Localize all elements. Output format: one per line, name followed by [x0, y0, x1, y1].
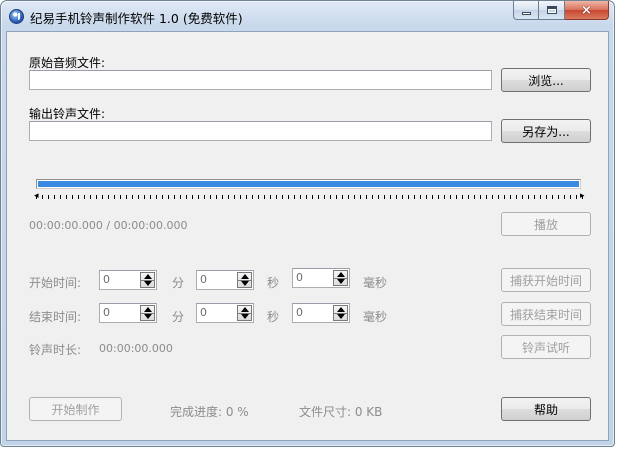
source-file-label: 原始音频文件:: [29, 56, 106, 70]
minimize-icon: [521, 11, 531, 15]
track-tick-end: ▸: [580, 191, 585, 201]
end-minutes-value: 0: [103, 306, 110, 319]
end-minutes-unit: 分: [172, 310, 185, 324]
client-area: 原始音频文件: 浏览... 输出铃声文件: 另存为... ◂ ▸ 00:00:0…: [6, 31, 609, 441]
start-millis-value: 0: [296, 271, 303, 284]
start-minutes-value: 0: [103, 273, 110, 286]
start-minutes-spin-icon[interactable]: [140, 272, 155, 288]
end-minutes-spin-icon[interactable]: [140, 305, 155, 321]
duration-label: 铃声时长:: [29, 343, 82, 357]
play-button[interactable]: 播放: [501, 212, 591, 236]
end-minutes-stepper[interactable]: 0: [99, 303, 157, 323]
duration-value: 00:00:00.000: [99, 342, 173, 355]
end-seconds-value: 0: [200, 306, 207, 319]
end-seconds-unit: 秒: [267, 310, 280, 324]
start-seconds-unit: 秒: [267, 276, 280, 290]
output-file-label: 输出铃声文件:: [29, 107, 106, 121]
start-millis-spin-icon[interactable]: [333, 270, 348, 286]
maximize-button[interactable]: [539, 1, 565, 20]
start-millis-unit: 毫秒: [363, 276, 388, 290]
track-ticks: [36, 195, 584, 199]
capture-start-button[interactable]: 捕获开始时间: [501, 268, 591, 292]
end-millis-unit: 毫秒: [363, 310, 388, 324]
preview-ringtone-button[interactable]: 铃声试听: [501, 335, 591, 359]
end-millis-value: 0: [296, 306, 303, 319]
close-button[interactable]: ×: [565, 1, 609, 20]
start-seconds-value: 0: [200, 273, 207, 286]
end-seconds-spin-icon[interactable]: [237, 305, 252, 321]
end-millis-stepper[interactable]: 0: [292, 303, 350, 323]
playback-track[interactable]: [36, 179, 581, 189]
start-seconds-spin-icon[interactable]: [237, 272, 252, 288]
title-bar[interactable]: 纪易手机铃声制作软件 1.0 (免费软件) ×: [1, 1, 614, 31]
start-minutes-stepper[interactable]: 0: [99, 270, 157, 290]
save-as-button[interactable]: 另存为...: [501, 119, 591, 143]
file-size-text: 文件尺寸: 0 KB: [299, 405, 383, 419]
end-time-label: 结束时间:: [29, 310, 82, 324]
browse-button[interactable]: 浏览...: [501, 68, 591, 92]
output-file-input[interactable]: [29, 121, 492, 141]
help-button[interactable]: 帮助: [501, 397, 591, 421]
app-window: 纪易手机铃声制作软件 1.0 (免费软件) × 原始音频文件: 浏览... 输出…: [0, 0, 615, 447]
end-seconds-stepper[interactable]: 0: [196, 303, 254, 323]
start-seconds-stepper[interactable]: 0: [196, 270, 254, 290]
playback-progress-fill: [38, 181, 579, 187]
start-millis-stepper[interactable]: 0: [292, 268, 350, 288]
capture-end-button[interactable]: 捕获结束时间: [501, 302, 591, 326]
caption-buttons: ×: [513, 1, 609, 21]
close-icon: ×: [581, 2, 592, 18]
minimize-button[interactable]: [513, 1, 539, 20]
start-making-button[interactable]: 开始制作: [29, 397, 122, 421]
maximize-icon: [546, 6, 557, 14]
end-millis-spin-icon[interactable]: [333, 305, 348, 321]
window-title: 纪易手机铃声制作软件 1.0 (免费软件): [30, 11, 243, 26]
completion-progress-text: 完成进度: 0 %: [170, 405, 249, 419]
start-minutes-unit: 分: [172, 276, 185, 290]
music-note-icon: [9, 9, 24, 24]
source-file-input[interactable]: [29, 70, 492, 90]
time-readout: 00:00:00.000 / 00:00:00.000: [29, 219, 188, 232]
start-time-label: 开始时间:: [29, 276, 82, 290]
